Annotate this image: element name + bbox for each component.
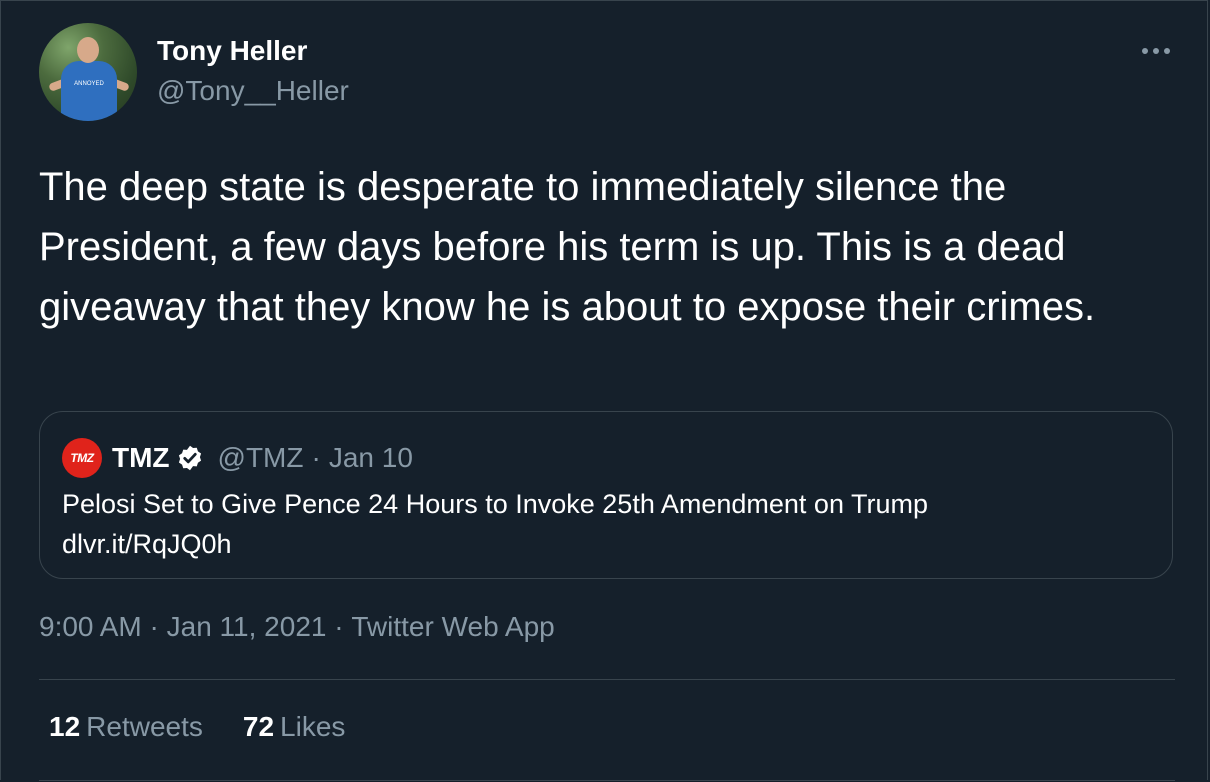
- quoted-tweet-date[interactable]: Jan 10: [329, 442, 413, 474]
- avatar-shirt: [61, 61, 117, 121]
- tmz-avatar: TMZ: [62, 438, 102, 478]
- author-handle[interactable]: @Tony__Heller: [157, 75, 349, 107]
- more-horizontal-icon: [1142, 48, 1170, 54]
- tweet-metadata: 9:00 AM · Jan 11, 2021 · Twitter Web App: [39, 611, 555, 643]
- tweet-time[interactable]: 9:00 AM: [39, 611, 142, 643]
- divider: [39, 780, 1175, 781]
- verified-badge-icon: [178, 445, 201, 471]
- tweet-card: ANNOYED Tony Heller @Tony__Heller The de…: [0, 0, 1208, 781]
- tweet-date[interactable]: Jan 11, 2021: [167, 611, 327, 643]
- avatar-shirt-text: ANNOYED: [74, 81, 104, 87]
- divider: [39, 679, 1175, 680]
- likes-label: Likes: [280, 711, 346, 742]
- more-options-button[interactable]: [1139, 37, 1173, 65]
- separator-dot: ·: [141, 611, 167, 642]
- separator-dot: ·: [311, 442, 321, 473]
- retweets-count: 12: [49, 711, 81, 742]
- quoted-tweet-link[interactable]: dlvr.it/RqJQ0h: [62, 524, 1152, 564]
- likes-count: 72: [242, 711, 275, 742]
- author-name[interactable]: Tony Heller: [157, 35, 307, 67]
- retweets-stat[interactable]: 12 Retweets: [49, 711, 203, 743]
- tweet-source[interactable]: Twitter Web App: [351, 611, 554, 643]
- quoted-tweet-header: TMZ TMZ @TMZ · Jan 10: [62, 438, 413, 478]
- author-avatar[interactable]: ANNOYED: [39, 23, 137, 121]
- separator-dot: ·: [326, 611, 352, 642]
- quoted-tweet[interactable]: TMZ TMZ @TMZ · Jan 10 Pelosi Set to Give…: [39, 411, 1173, 579]
- tweet-stats: 12 Retweets 72 Likes: [49, 711, 385, 743]
- quoted-tweet-headline: Pelosi Set to Give Pence 24 Hours to Inv…: [62, 489, 928, 519]
- tweet-text: The deep state is desperate to immediate…: [39, 165, 1096, 329]
- likes-stat[interactable]: 72 Likes: [243, 711, 346, 743]
- retweets-label: Retweets: [86, 711, 203, 742]
- quoted-author-handle: @TMZ: [217, 442, 304, 473]
- avatar-face: [77, 37, 99, 63]
- quoted-author-name: TMZ: [112, 442, 170, 473]
- quoted-tweet-text: Pelosi Set to Give Pence 24 Hours to Inv…: [62, 484, 1152, 564]
